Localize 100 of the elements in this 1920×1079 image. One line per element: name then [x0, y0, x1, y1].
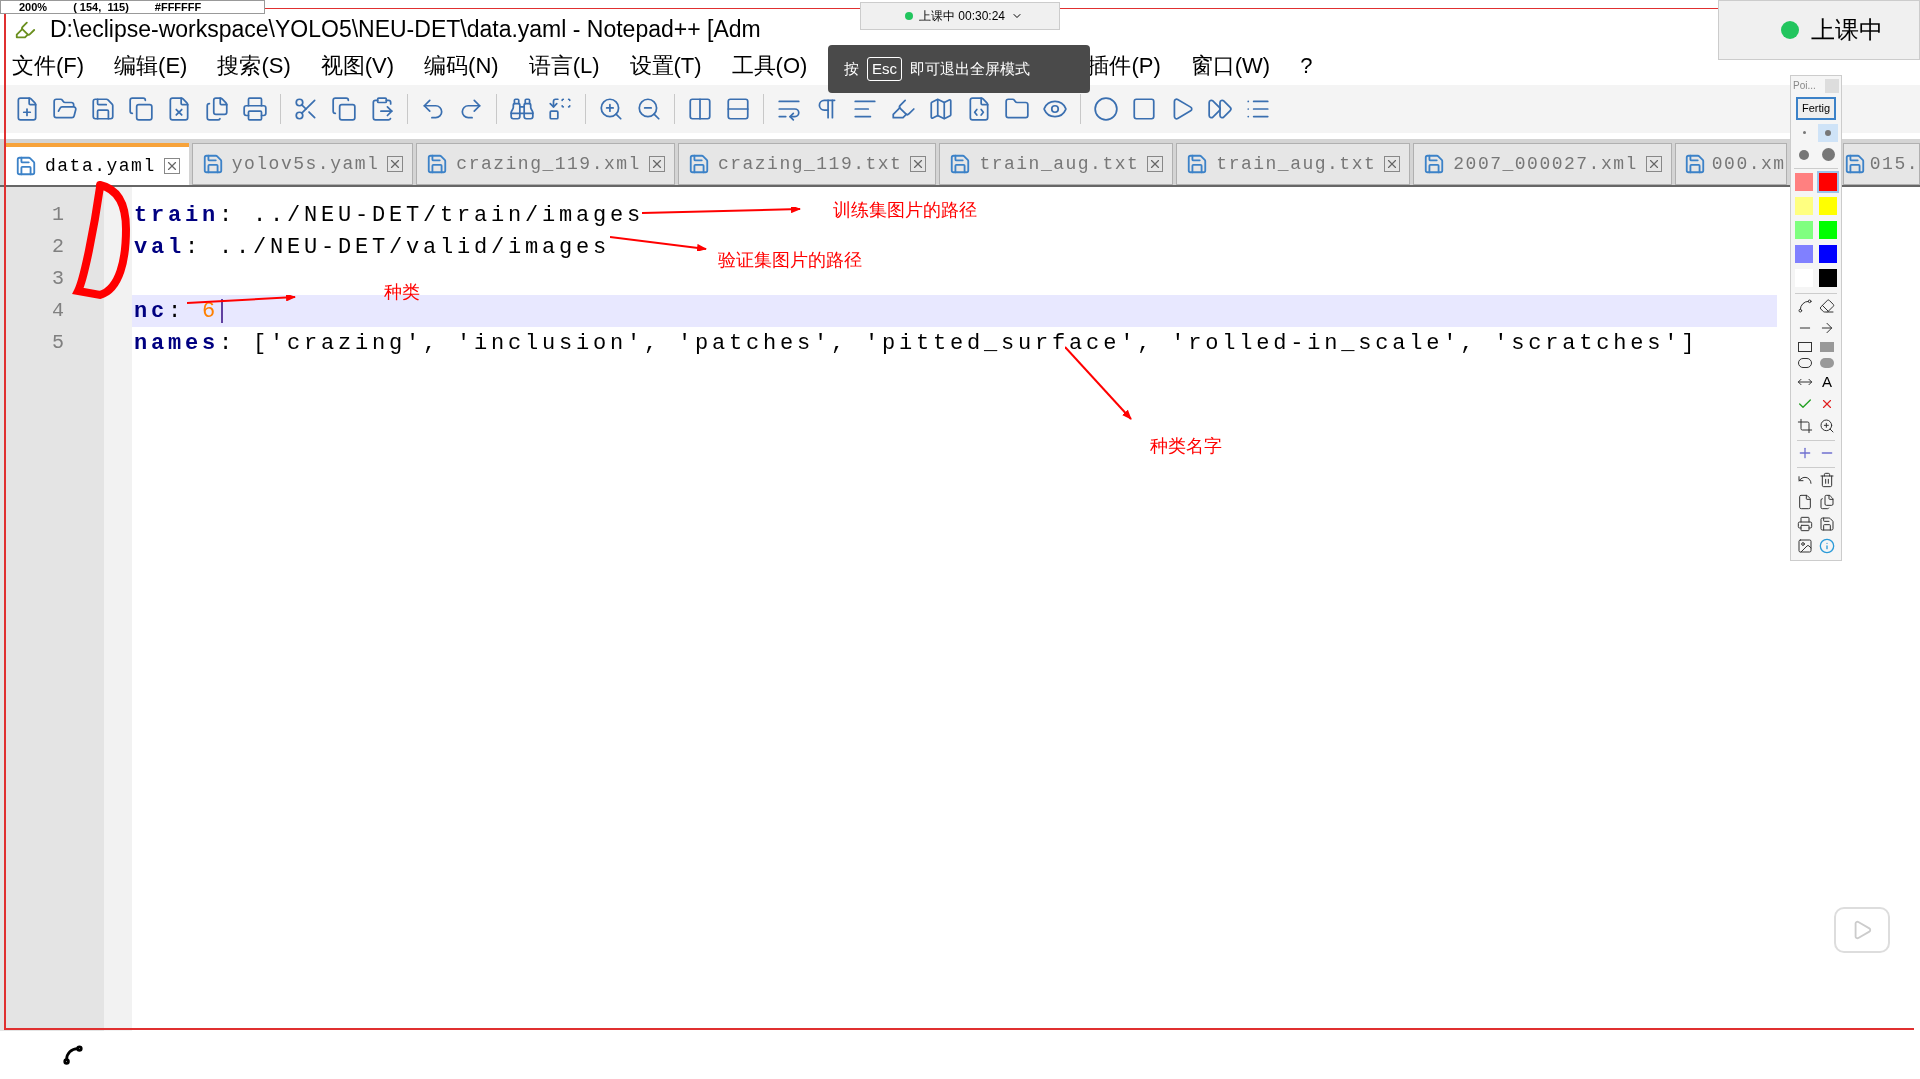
pen-size-option[interactable] — [1818, 123, 1838, 142]
eraser-icon[interactable] — [1819, 297, 1835, 314]
close-icon[interactable] — [1147, 156, 1164, 172]
zoom-in-icon[interactable] — [598, 96, 624, 122]
line-number: 5 — [52, 330, 64, 356]
file-tab[interactable]: train_aug.txt — [939, 143, 1174, 185]
line-number: 4 — [52, 298, 64, 324]
done-button[interactable]: Fertig — [1795, 97, 1837, 120]
file-tab[interactable]: yolov5s.yaml — [191, 143, 414, 185]
menu-item[interactable]: 窗口(W) — [1190, 48, 1271, 82]
trash-icon[interactable] — [1819, 471, 1835, 488]
menu-item[interactable]: 语言(L) — [528, 48, 600, 82]
toast-prefix: 按 — [844, 58, 859, 79]
menu-item[interactable]: 文件(F) — [12, 48, 85, 82]
color-swatch[interactable] — [1795, 244, 1813, 263]
zoom-out-icon[interactable] — [636, 96, 662, 122]
filled-rectangle-icon[interactable] — [1820, 341, 1834, 352]
record-icon[interactable] — [1093, 96, 1119, 122]
freehand-icon[interactable] — [1797, 297, 1813, 314]
close-icon[interactable] — [648, 156, 665, 172]
rows-icon[interactable] — [725, 96, 751, 122]
file-tab[interactable]: 000.xm — [1674, 143, 1787, 185]
file-tab[interactable]: 2007_000027.xml — [1413, 143, 1672, 185]
file-tab[interactable]: data.yaml — [6, 143, 189, 185]
text-cursor — [221, 299, 224, 323]
line-number: 2 — [52, 234, 64, 260]
save-icon[interactable] — [90, 96, 116, 122]
paste-icon[interactable] — [369, 96, 395, 122]
tab-label: 000.xm — [1711, 152, 1786, 176]
fast-forward-icon[interactable] — [1207, 96, 1233, 122]
menu-item[interactable]: 设置(T) — [629, 48, 702, 82]
tab-label: train_aug.txt — [979, 152, 1140, 176]
color-swatch[interactable] — [1819, 172, 1837, 191]
code-line: names: ['crazing', 'inclusion', 'patches', 'pitted_surface', 'rolled-in_scale', 'scratches'] — [134, 329, 1699, 358]
print-icon[interactable] — [242, 96, 268, 122]
file-tab[interactable]: train_aug.txt — [1176, 143, 1411, 185]
save-icon[interactable] — [1819, 515, 1835, 532]
close-icon[interactable] — [910, 156, 927, 172]
zoom-in-icon[interactable] — [1819, 417, 1835, 434]
print-icon[interactable] — [1797, 515, 1813, 532]
class-status-widget[interactable]: 上课中 — [1718, 0, 1920, 60]
close-icon[interactable] — [387, 156, 404, 172]
tab-label: train_aug.txt — [1216, 152, 1377, 176]
line-number: 3 — [52, 266, 64, 292]
zoom-level: 200% — [19, 0, 48, 15]
menu-item[interactable]: 编辑(E) — [114, 48, 188, 82]
crop-icon[interactable] — [1797, 417, 1813, 434]
color-swatch[interactable] — [1795, 172, 1813, 191]
columns-icon[interactable] — [687, 96, 713, 122]
copy-icon[interactable] — [331, 96, 357, 122]
color-swatch[interactable] — [1819, 196, 1837, 215]
status-label: 上课中 — [1811, 15, 1883, 45]
color-swatch[interactable] — [1819, 244, 1837, 263]
menu-item[interactable]: 搜索(S) — [217, 48, 291, 82]
file-tab[interactable]: 015. — [1842, 143, 1920, 185]
close-icon[interactable] — [163, 158, 180, 174]
annotation-label: 验证集图片的路径 — [718, 249, 862, 272]
new-file-icon[interactable] — [14, 96, 40, 122]
close-icon[interactable] — [1384, 156, 1401, 172]
tab-label: crazing_119.xml — [456, 152, 641, 176]
menu-item[interactable]: 工具(O) — [731, 48, 808, 82]
color-swatch[interactable] — [1819, 220, 1837, 239]
code-line: nc: 6 — [134, 297, 220, 326]
copy-icon[interactable] — [1819, 493, 1835, 510]
class-timer[interactable]: 上课中 00:30:24 — [860, 2, 1060, 30]
toast-message: 即可退出全屏模式 — [910, 58, 1030, 79]
close-file-icon[interactable] — [166, 96, 192, 122]
annotation-label: 种类名字 — [1150, 435, 1222, 458]
code-line: val: ../NEU-DET/valid/images — [134, 233, 611, 262]
notepad-icon — [14, 19, 36, 41]
esc-key: Esc — [867, 56, 902, 82]
folder-icon[interactable] — [52, 96, 78, 122]
info-icon[interactable] — [1819, 537, 1835, 554]
folder-icon[interactable] — [1004, 96, 1030, 122]
palette-title: Poi... — [1793, 79, 1816, 93]
page-icon[interactable] — [1797, 493, 1813, 510]
line-number: 1 — [52, 202, 64, 228]
cursor-coordinates: ( 154, 115) — [73, 0, 129, 15]
file-tab[interactable]: crazing_119.xml — [416, 143, 675, 185]
code-line: train: ../NEU-DET/train/images — [134, 201, 645, 230]
tab-label: 2007_000027.xml — [1453, 152, 1638, 176]
close-icon[interactable] — [1645, 156, 1662, 172]
menu-item[interactable]: 编码(N) — [424, 48, 499, 82]
binoculars-icon[interactable] — [509, 96, 535, 122]
text-tool[interactable]: A — [1822, 374, 1832, 389]
menu-item[interactable]: 视图(V) — [320, 48, 395, 82]
annotation-label: 训练集图片的路径 — [833, 199, 977, 222]
stop-icon[interactable] — [1131, 96, 1157, 122]
menu-item[interactable]: ? — [1300, 48, 1313, 82]
annotation-label: 种类 — [384, 281, 420, 304]
picture-icon[interactable] — [1797, 537, 1813, 554]
tab-label: data.yaml — [45, 154, 156, 178]
replace-icon[interactable] — [547, 96, 573, 122]
file-tab[interactable]: crazing_119.txt — [677, 143, 937, 185]
color-swatch[interactable] — [1795, 220, 1813, 239]
document-icon[interactable] — [966, 96, 992, 122]
color-swatch[interactable] — [1819, 268, 1837, 287]
color-swatch[interactable] — [1795, 196, 1813, 215]
map-icon[interactable] — [928, 96, 954, 122]
rectangle-icon[interactable] — [1798, 341, 1812, 352]
